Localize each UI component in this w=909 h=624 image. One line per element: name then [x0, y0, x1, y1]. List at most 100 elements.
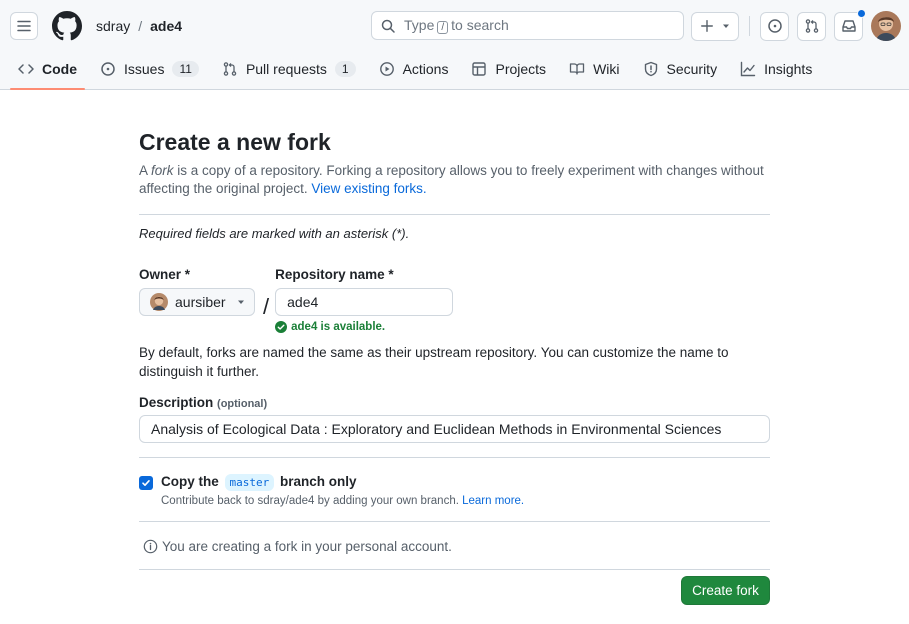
contribute-note-text: Contribute back to sdray/ade4 by adding … [161, 495, 459, 507]
search-placeholder-pre: Type [404, 17, 435, 33]
description-field: Description (optional) Analysis of Ecolo… [139, 395, 770, 443]
header-actions [691, 8, 901, 41]
tab-issues-label: Issues [124, 61, 165, 77]
tab-code-label: Code [42, 61, 77, 77]
divider [139, 457, 770, 458]
tab-issues[interactable]: Issues 11 [92, 52, 207, 86]
pull-request-icon [223, 62, 237, 76]
plus-icon [701, 20, 713, 32]
issues-button[interactable] [760, 11, 789, 41]
lead-text-a: A [139, 163, 152, 178]
search-input[interactable]: Type / to search [371, 11, 684, 40]
owner-repo-separator: / [263, 294, 270, 319]
copy-branch-checkbox[interactable] [139, 476, 153, 490]
view-existing-forks-link[interactable]: View existing forks. [311, 181, 426, 196]
tab-insights-label: Insights [764, 61, 813, 77]
search-icon [381, 19, 395, 33]
shield-icon [644, 61, 657, 77]
tab-pull-requests-label: Pull requests [245, 61, 327, 77]
tab-projects[interactable]: Projects [463, 52, 554, 86]
book-icon [569, 63, 585, 75]
repo-name-field: Repository name * ade4 ade4 is available… [275, 267, 454, 333]
repo-name-value: ade4 [287, 294, 319, 310]
caret-down-icon [723, 24, 729, 28]
contribute-note: Contribute back to sdray/ade4 by adding … [161, 495, 524, 507]
copy-pre: Copy the [161, 474, 219, 489]
copy-branch-label[interactable]: Copy the master branch only [161, 474, 524, 491]
code-icon [18, 64, 34, 74]
learn-more-link[interactable]: Learn more. [462, 495, 524, 507]
description-label-text: Description [139, 395, 214, 410]
tab-code[interactable]: Code [10, 52, 85, 90]
repo-nav: Code Issues 11 Pull requests 1 Actions P… [0, 52, 909, 90]
personal-account-note: You are creating a fork in your personal… [143, 539, 770, 554]
owner-value: aursiber [175, 294, 226, 310]
inbox-icon [841, 20, 856, 32]
user-avatar[interactable] [871, 11, 901, 41]
tab-insights[interactable]: Insights [732, 52, 820, 86]
tab-security[interactable]: Security [635, 52, 726, 86]
divider [139, 569, 770, 570]
tab-pull-requests[interactable]: Pull requests 1 [214, 52, 364, 86]
tab-actions-label: Actions [402, 61, 449, 77]
tab-projects-label: Projects [495, 61, 547, 77]
page-title: Create a new fork [139, 129, 331, 155]
branch-name: master [224, 474, 275, 491]
owner-field: Owner * aursiber [139, 267, 255, 333]
availability-message: ade4 is available. [275, 321, 453, 333]
caret-down-icon [237, 300, 244, 304]
header-divider [749, 16, 750, 36]
divider [139, 214, 770, 215]
copy-post: branch only [280, 474, 357, 489]
search-shortcut-key: / [437, 21, 449, 34]
github-logo-icon[interactable] [52, 11, 82, 41]
description-input[interactable]: Analysis of Ecological Data : Explorator… [139, 415, 770, 443]
repo-name-input[interactable]: ade4 [275, 288, 454, 316]
pull-requests-button[interactable] [797, 11, 826, 41]
breadcrumb-owner-link[interactable]: sdray [96, 18, 130, 34]
checkmark-icon [142, 480, 150, 486]
inbox-button[interactable] [834, 8, 866, 41]
page-description: A fork is a copy of a repository. Forkin… [139, 162, 770, 198]
graph-icon [740, 61, 756, 77]
issue-icon [101, 62, 115, 76]
play-icon [379, 62, 394, 76]
tab-actions[interactable]: Actions [371, 52, 457, 86]
check-circle-icon [275, 321, 288, 333]
fork-form: Create a new fork A fork is a copy of a … [139, 90, 770, 605]
owner-repo-row: Owner * aursiber / Repository name * ade… [139, 267, 770, 333]
repo-name-label: Repository name * [275, 267, 394, 282]
tab-security-label: Security [666, 61, 718, 77]
issues-counter: 11 [172, 61, 199, 77]
required-fields-note: Required fields are marked with an aster… [139, 226, 410, 241]
table-icon [472, 62, 487, 76]
breadcrumb: sdray / ade4 [96, 18, 182, 34]
optional-tag: (optional) [217, 398, 268, 410]
owner-select[interactable]: aursiber [139, 288, 255, 316]
tab-wiki-label: Wiki [593, 61, 620, 77]
breadcrumb-repo-link[interactable]: ade4 [150, 18, 182, 34]
owner-label: Owner * [139, 267, 191, 282]
availability-text: ade4 is available. [291, 321, 386, 333]
owner-avatar [150, 293, 168, 311]
app-header: sdray / ade4 Type / to search [0, 0, 909, 52]
copy-branch-option: Copy the master branch only Contribute b… [139, 474, 770, 507]
menu-button[interactable] [10, 12, 38, 40]
copy-branch-text: Copy the master branch only Contribute b… [161, 474, 524, 507]
search-placeholder: Type / to search [404, 17, 509, 34]
info-icon [143, 539, 158, 554]
pull-requests-counter: 1 [334, 61, 356, 77]
issue-icon [767, 19, 782, 33]
tab-wiki[interactable]: Wiki [561, 52, 627, 86]
divider [139, 521, 770, 522]
pull-request-icon [805, 19, 818, 33]
description-label: Description (optional) [139, 395, 770, 410]
hamburger-icon [17, 20, 31, 32]
lead-text-b: is a copy of a repository. Forking a rep… [139, 163, 764, 196]
breadcrumb-separator: / [138, 18, 143, 34]
naming-note: By default, forks are named the same as … [139, 345, 729, 379]
personal-note-text: You are creating a fork in your personal… [162, 539, 452, 554]
create-fork-button[interactable]: Create fork [681, 576, 770, 605]
lead-emphasis: fork [151, 163, 174, 178]
create-new-button[interactable] [691, 11, 739, 41]
